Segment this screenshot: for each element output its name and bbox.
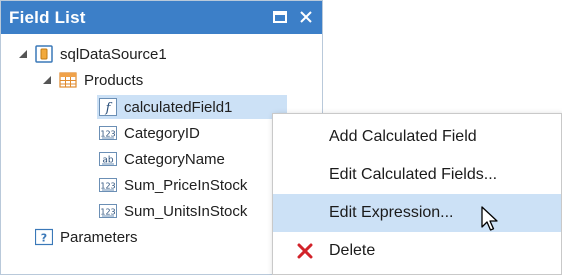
datasource-label: sqlDataSource1 <box>60 45 167 63</box>
field-label: Sum_PriceInStock <box>124 176 248 194</box>
close-icon[interactable] <box>296 7 316 27</box>
tree-field-item[interactable]: ab CategoryName <box>99 146 225 172</box>
tree-node-table[interactable]: Products <box>41 67 143 93</box>
svg-text:123: 123 <box>100 182 115 191</box>
mouse-pointer-icon <box>480 205 500 235</box>
menu-item-label: Add Calculated Field <box>329 128 477 145</box>
titlebar-buttons <box>270 7 316 27</box>
function-icon: f <box>99 98 117 116</box>
table-icon <box>59 71 77 89</box>
field-label: CategoryName <box>124 150 225 168</box>
tree-node-parameters[interactable]: ? Parameters <box>35 224 138 250</box>
menu-item-edit-calculated-fields[interactable]: Edit Calculated Fields... <box>273 156 561 194</box>
panel-title: Field List <box>9 7 86 27</box>
svg-text:123: 123 <box>100 130 115 139</box>
maximize-icon[interactable] <box>270 7 290 27</box>
tree-field-item[interactable]: 123 Sum_PriceInStock <box>99 172 247 198</box>
menu-item-add-calculated-field[interactable]: Add Calculated Field <box>273 118 561 156</box>
expand-arrow-icon[interactable] <box>17 48 29 60</box>
parameters-icon: ? <box>35 228 53 246</box>
field-label: CategoryID <box>124 124 200 142</box>
number-field-icon: 123 <box>99 176 117 194</box>
tree-field-item[interactable]: 123 CategoryID <box>99 120 200 146</box>
tree-field-item[interactable]: 123 Sum_UnitsInStock <box>99 198 247 224</box>
field-label: calculatedField1 <box>124 98 233 116</box>
field-list-titlebar: Field List <box>1 1 322 34</box>
field-label: Sum_UnitsInStock <box>124 202 248 220</box>
context-menu: Add Calculated Field Edit Calculated Fie… <box>272 113 562 275</box>
menu-item-edit-expression[interactable]: Edit Expression... <box>273 194 561 232</box>
parameters-label: Parameters <box>60 228 138 246</box>
number-field-icon: 123 <box>99 202 117 220</box>
menu-item-label: Edit Calculated Fields... <box>329 166 498 183</box>
delete-x-icon <box>295 241 315 261</box>
tree-node-datasource[interactable]: sqlDataSource1 <box>17 41 167 67</box>
menu-item-label: Edit Expression... <box>329 204 454 221</box>
svg-text:123: 123 <box>100 208 115 217</box>
datasource-icon <box>35 45 53 63</box>
menu-item-delete[interactable]: Delete <box>273 232 561 270</box>
tree-field-item[interactable]: f calculatedField1 <box>99 94 232 120</box>
text-field-icon: ab <box>99 150 117 168</box>
menu-item-label: Delete <box>329 242 376 259</box>
number-field-icon: 123 <box>99 124 117 142</box>
svg-text:?: ? <box>41 232 47 245</box>
table-label: Products <box>84 71 144 89</box>
expand-arrow-icon[interactable] <box>41 74 53 86</box>
